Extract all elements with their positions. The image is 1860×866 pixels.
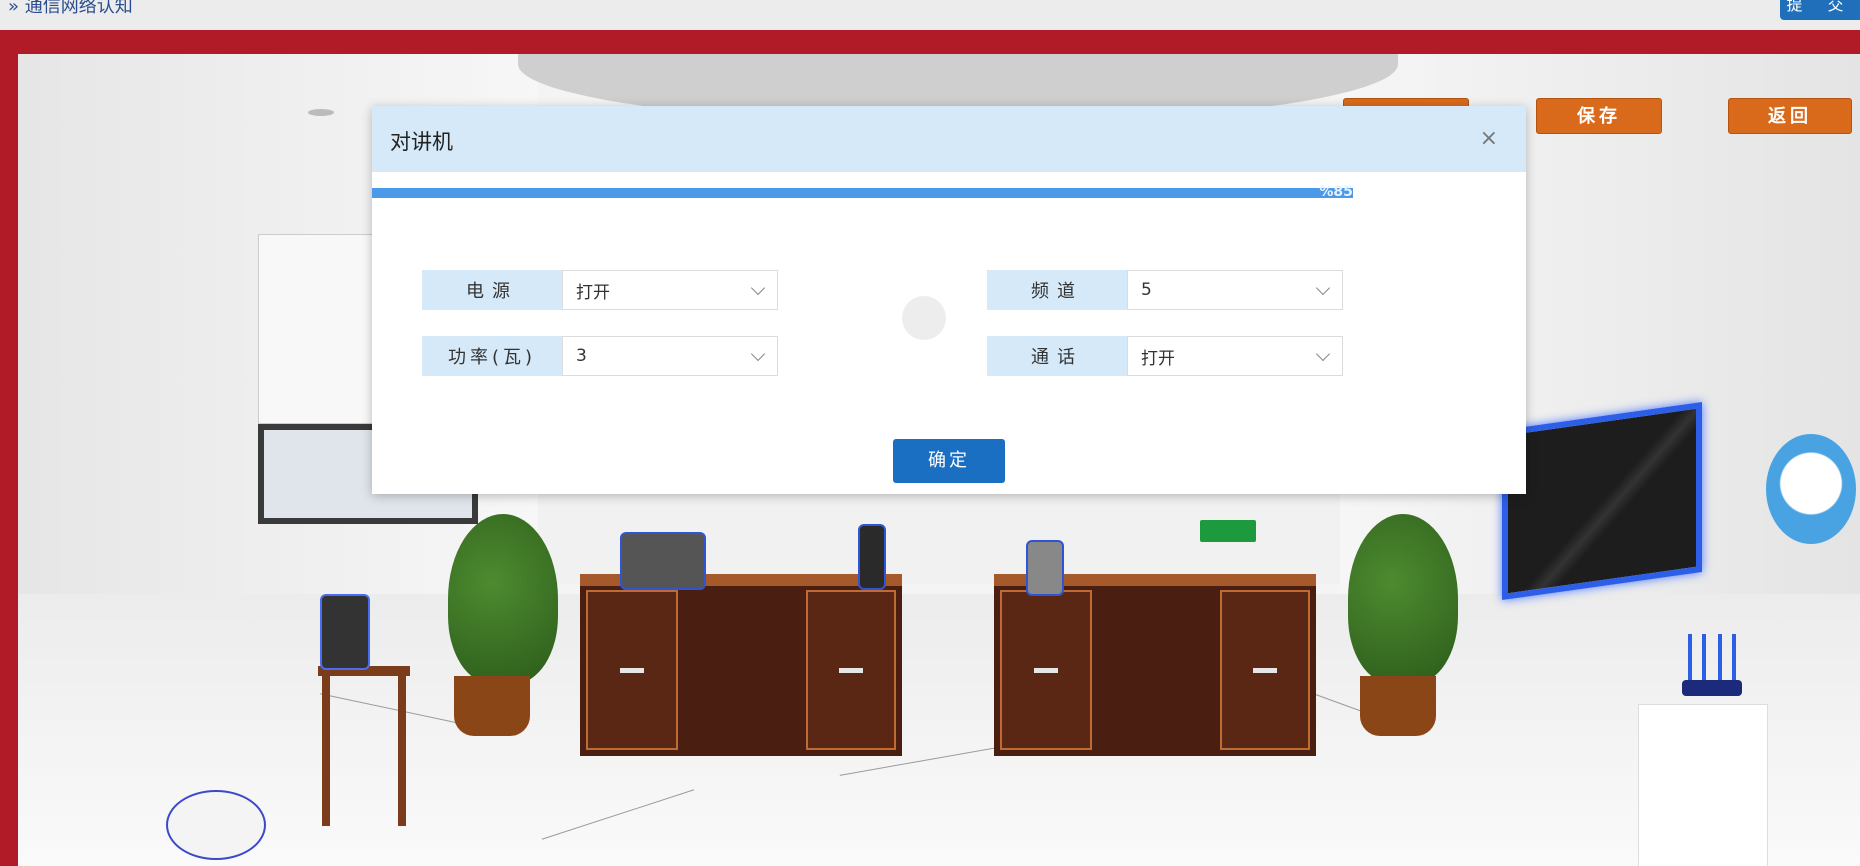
channel-label: 频道 (987, 270, 1127, 310)
router-device[interactable] (1682, 680, 1742, 696)
walkie-talkie-dialog: 对讲机 × %85 电源 打开 功率(瓦) 3 频道 5 通话 打开 确定 (372, 106, 1526, 494)
submit-button[interactable]: 提 交 (1780, 0, 1860, 20)
green-terminal-device[interactable] (1200, 520, 1256, 542)
breadcrumb[interactable]: » 通信网络认知 (8, 0, 133, 18)
router-antenna (1732, 634, 1736, 684)
pedestal (1638, 704, 1768, 866)
chevron-down-icon (1315, 346, 1331, 362)
dialog-title: 对讲机 (390, 130, 453, 154)
wattage-label: 功率(瓦) (422, 336, 562, 376)
call-select[interactable]: 打开 (1127, 336, 1343, 376)
power-field: 电源 打开 (422, 270, 778, 310)
channel-value: 5 (1141, 280, 1152, 300)
television-device[interactable] (1502, 401, 1702, 601)
top-bar: » 通信网络认知 提 交 (0, 0, 1860, 30)
router-antenna (1702, 634, 1706, 684)
desk-left (580, 574, 902, 756)
desk-right (994, 574, 1316, 756)
progress-bar: %85 (372, 184, 1353, 200)
confirm-button[interactable]: 确定 (893, 439, 1005, 483)
ceiling-light (308, 109, 334, 116)
power-select[interactable]: 打开 (562, 270, 778, 310)
dialog-header: 对讲机 × (372, 106, 1526, 172)
call-field: 通话 打开 (987, 336, 1343, 376)
robot-mascot (1766, 434, 1856, 544)
progress-text: %85 (1319, 184, 1353, 200)
window-blind (258, 234, 388, 424)
wattage-field: 功率(瓦) 3 (422, 336, 778, 376)
chevron-down-icon (750, 346, 766, 362)
router-antenna (1718, 634, 1722, 684)
chevron-down-icon (750, 280, 766, 296)
close-icon[interactable]: × (1480, 128, 1498, 150)
call-value: 打开 (1141, 348, 1175, 369)
wattage-select[interactable]: 3 (562, 336, 778, 376)
robot-vacuum-device[interactable] (166, 790, 266, 860)
save-button[interactable]: 保存 (1536, 98, 1662, 134)
pot-right (1360, 676, 1436, 736)
chevron-down-icon (1315, 280, 1331, 296)
channel-field: 频道 5 (987, 270, 1343, 310)
plant-right (1348, 514, 1458, 684)
mobile-phone-device[interactable] (1026, 540, 1064, 596)
pot-left (454, 676, 530, 736)
marble-floor (18, 594, 1860, 866)
call-label: 通话 (987, 336, 1127, 376)
back-button[interactable]: 返回 (1728, 98, 1852, 134)
channel-select[interactable]: 5 (1127, 270, 1343, 310)
stool-leg (322, 676, 330, 826)
router-antenna (1688, 634, 1692, 684)
walkie-talkie-device[interactable] (858, 524, 886, 590)
stool-leg (398, 676, 406, 826)
plant-left (448, 514, 558, 684)
wattage-value: 3 (576, 346, 587, 366)
cursor-highlight (902, 296, 946, 340)
power-value: 打开 (576, 282, 610, 303)
power-label: 电源 (422, 270, 562, 310)
tablet-device[interactable] (320, 594, 370, 670)
desk-phone-device[interactable] (620, 532, 706, 590)
